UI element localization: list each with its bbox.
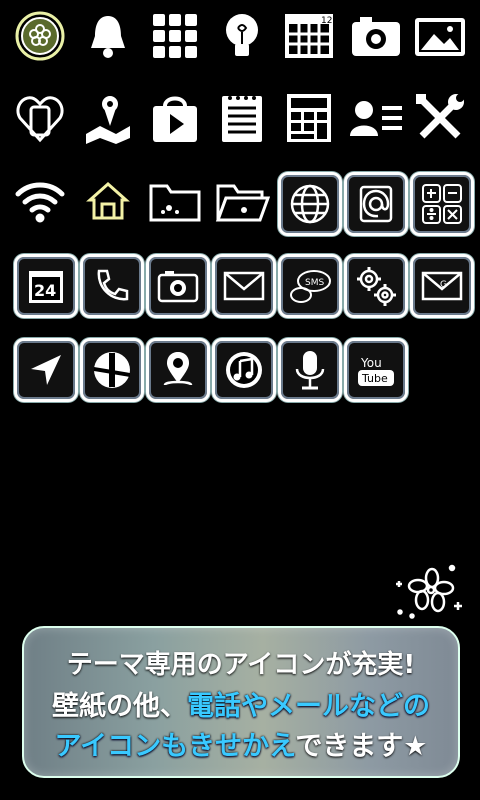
browser-globe-icon[interactable] (278, 172, 342, 236)
navigation-icon[interactable] (14, 338, 78, 402)
calculator-icon[interactable] (279, 88, 339, 148)
calculator-keys-icon[interactable] (410, 172, 474, 236)
maps-icon[interactable] (80, 338, 144, 402)
banner-line-2-prefix: 壁紙の他、 (52, 691, 187, 722)
icon-row-1: 12 (0, 6, 480, 76)
phone-icon[interactable] (80, 254, 144, 318)
home-icon[interactable] (78, 170, 138, 230)
calendar-24-label: 24 (34, 281, 56, 300)
banner-line-3: アイコンもきせかえできます★ (24, 724, 458, 763)
youtube-you-label: You (360, 356, 382, 370)
grid-apps-icon[interactable] (145, 6, 205, 66)
sms-icon[interactable]: SMS (278, 254, 342, 318)
voice-mic-icon[interactable] (278, 338, 342, 402)
decorative-flower-icon (392, 562, 468, 624)
tools-icon[interactable] (410, 88, 470, 148)
banner-line-2: 壁紙の他、電話やメールなどの (24, 684, 458, 723)
sms-label: SMS (305, 278, 324, 288)
bell-icon[interactable] (78, 6, 138, 66)
icon-row-3 (0, 170, 480, 240)
promo-banner: テーマ専用のアイコンが充実! 壁紙の他、電話やメールなどの アイコンもきせかえで… (22, 626, 460, 778)
icon-row-4: 24 SMS G (0, 254, 480, 324)
contacts-icon[interactable] (346, 88, 406, 148)
mail-icon[interactable] (212, 254, 276, 318)
folder-open-icon[interactable] (212, 170, 272, 230)
icon-row-5: You Tube (0, 338, 480, 408)
icon-row-2 (0, 88, 480, 158)
notepad-icon[interactable] (212, 88, 272, 148)
youtube-tube-label: Tube (361, 372, 388, 385)
email-at-icon[interactable] (344, 172, 408, 236)
phone-heart-icon[interactable] (10, 88, 70, 148)
calendar-day-label: 12 (321, 16, 332, 26)
camera-icon[interactable] (346, 6, 406, 66)
calendar-icon[interactable]: 12 (279, 6, 339, 66)
banner-line-3-suffix: できます★ (295, 731, 428, 762)
flower-badge-icon[interactable] (10, 6, 70, 66)
youtube-icon[interactable]: You Tube (344, 338, 408, 402)
folder-icon[interactable] (145, 170, 205, 230)
camera-tile-icon[interactable] (146, 254, 210, 318)
wifi-icon[interactable] (10, 170, 70, 230)
calendar-24-icon[interactable]: 24 (14, 254, 78, 318)
location-icon[interactable] (146, 338, 210, 402)
settings-gears-icon[interactable] (344, 254, 408, 318)
map-pin-icon[interactable] (78, 88, 138, 148)
banner-line-3-highlight: アイコンもきせかえ (54, 731, 296, 762)
gmail-icon[interactable]: G (410, 254, 474, 318)
gallery-icon[interactable] (410, 6, 470, 66)
music-icon[interactable] (212, 338, 276, 402)
banner-line-1-text: テーマ専用のアイコンが充実! (66, 650, 416, 680)
banner-line-1: テーマ専用のアイコンが充実! (24, 644, 458, 681)
lightbulb-icon[interactable] (212, 6, 272, 66)
banner-line-2-highlight: 電話やメールなどの (187, 691, 430, 722)
svg-text:G: G (440, 280, 447, 290)
play-store-icon[interactable] (145, 88, 205, 148)
